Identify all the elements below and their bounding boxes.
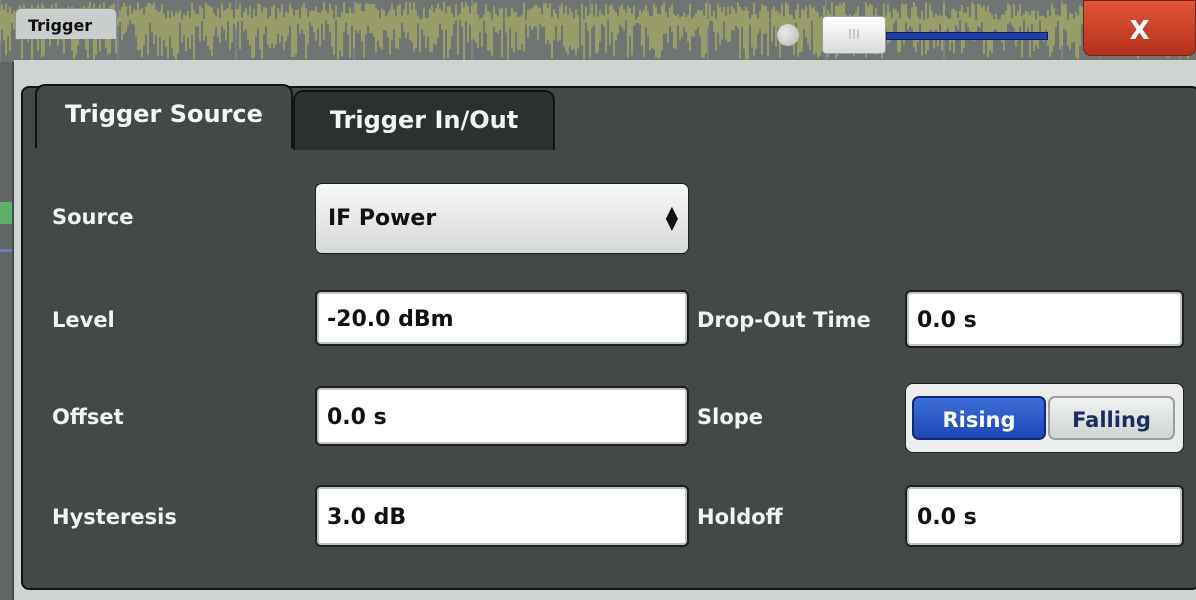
tab-trigger-in-out[interactable]: Trigger In/Out [293,90,555,150]
tab-trigger-source[interactable]: Trigger Source [35,84,293,148]
up-down-arrows-icon: ▲ ▼ [665,202,678,233]
transparency-indicator-icon [777,24,799,46]
trace-window-edge [0,62,12,600]
spectrum-trace-graph [0,0,1195,62]
source-selected-value: IF Power [328,206,437,231]
dialog-title: Trigger [28,16,93,35]
spectrum-trace-background [0,0,1196,62]
source-label: Source [52,205,134,229]
slope-label: Slope [697,405,764,429]
dropout-time-label: Drop-Out Time [697,308,871,332]
offset-label: Offset [52,405,124,429]
level-input[interactable]: -20.0 dBm [315,290,689,346]
offset-input[interactable]: 0.0 s [315,386,689,446]
transparency-slider-track[interactable] [886,32,1048,40]
level-label: Level [52,308,115,332]
close-button[interactable]: X [1083,0,1196,56]
slope-falling-button[interactable]: Falling [1048,396,1175,440]
grip-icon [849,29,859,39]
dropout-time-input[interactable]: 0.0 s [905,290,1184,348]
transparency-slider-handle[interactable] [822,16,886,54]
holdoff-input[interactable]: 0.0 s [905,485,1184,547]
source-select[interactable]: IF Power ▲ ▼ [315,183,689,254]
slope-rising-button[interactable]: Rising [912,396,1046,440]
hysteresis-label: Hysteresis [52,505,177,529]
holdoff-label: Holdoff [697,505,783,529]
slope-toggle-group: Rising Falling [905,383,1184,453]
hysteresis-input[interactable]: 3.0 dB [315,485,689,547]
